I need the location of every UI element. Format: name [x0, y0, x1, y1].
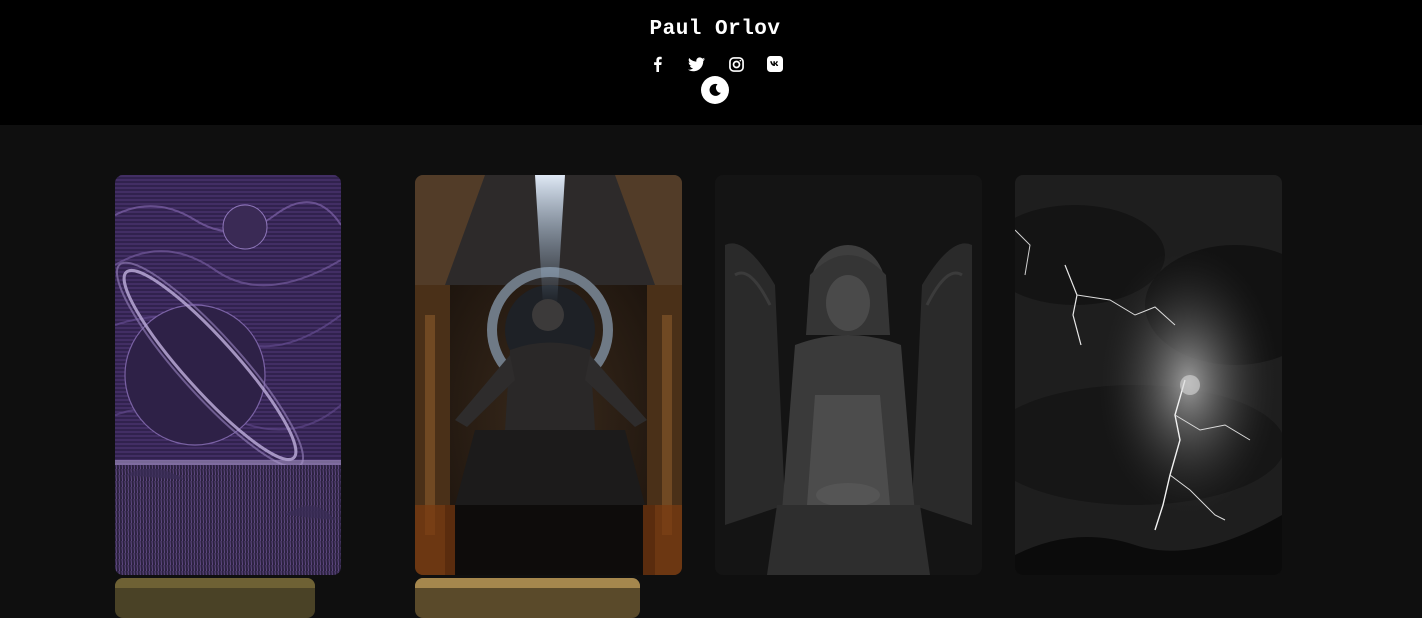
golden-interior-artwork-partial[interactable] — [415, 578, 640, 618]
site-header: Paul Orlov — [0, 0, 1422, 125]
zeus-throne-artwork[interactable] — [415, 175, 682, 575]
instagram-icon[interactable] — [725, 53, 747, 75]
twitter-icon[interactable] — [685, 53, 707, 75]
golden-artwork-partial[interactable] — [115, 578, 315, 618]
moon-icon — [709, 83, 721, 96]
vk-icon[interactable] — [764, 53, 786, 75]
angel-statue-artwork[interactable] — [715, 175, 982, 575]
saturn-engraving-artwork[interactable] — [115, 175, 341, 575]
theme-toggle-button[interactable] — [701, 76, 729, 104]
site-title[interactable]: Paul Orlov — [0, 18, 1422, 41]
gallery-grid — [0, 125, 1422, 618]
facebook-icon[interactable] — [647, 53, 669, 75]
lightning-storm-artwork[interactable] — [1015, 175, 1282, 575]
